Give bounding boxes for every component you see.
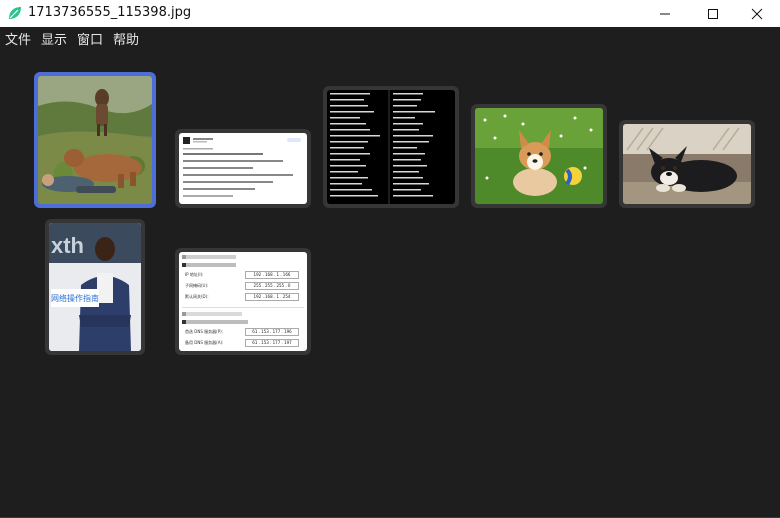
maximize-icon [708,8,718,19]
dns-row-label: 备用 DNS 服务器(A): [185,340,224,345]
man-portrait-picture: xth [49,223,141,351]
dns-row-value: 61 . 153 . 177 . 196 [245,328,299,336]
ip-row-label: IP 地址(I): [185,272,204,277]
thumb-document[interactable] [175,129,311,208]
portrait-caption-text: 网络操作指南 [51,293,99,303]
close-button[interactable] [734,0,780,27]
document-preview [179,133,307,204]
black-puppy-photo [623,124,751,204]
ip-row-value: 192 . 168 . 1 . 166 [245,271,299,279]
ip-divider [182,307,304,308]
dns-row-0: 首选 DNS 服务器(P): 61 . 153 . 177 . 196 [185,328,299,338]
thumb-corgi-puppy[interactable] [471,104,607,208]
corgi-puppy-picture [475,108,603,204]
ip-row-1: 子网掩码(U): 255 . 255 . 255 . 0 [185,282,299,292]
menu-bar: 文件 显示 窗口 帮助 [0,27,780,55]
ip-radio-manual [182,263,236,267]
window-title: 1713736555_115398.jpg [28,5,192,20]
thumb-vocab-list[interactable] [323,86,459,208]
maximize-button[interactable] [690,0,736,27]
thumb-black-puppy[interactable] [619,120,755,208]
corgi-puppy-photo [475,108,603,204]
menu-help[interactable]: 帮助 [113,33,139,49]
ip-row-value: 192 . 168 . 1 . 254 [245,293,299,301]
portrait-caption: 网络操作指南 [51,289,99,307]
title-bar: 1713736555_115398.jpg [0,0,780,27]
thumb-ip-settings[interactable]: IP 地址(I): 192 . 168 . 1 . 166 子网掩码(U): 2… [175,248,311,355]
document-lines [183,137,301,197]
thumb-cattle[interactable] [34,72,156,208]
close-icon [751,8,763,19]
minimize-button[interactable] [642,0,688,27]
leaf-app-icon [9,7,21,19]
ip-radio-auto [182,255,236,259]
minimize-icon [660,13,670,14]
dns-row-label: 首选 DNS 服务器(P): [185,329,224,334]
ip-row-label: 默认网关(D): [185,294,209,299]
vocab-list-lines [330,90,435,204]
menu-window[interactable]: 窗口 [77,33,103,49]
ip-row-label: 子网掩码(U): [185,283,209,288]
ip-row-value: 255 . 255 . 255 . 0 [245,282,299,290]
menu-view[interactable]: 显示 [41,33,67,49]
vocab-list-preview [327,90,455,204]
dns-radio-auto [182,312,242,316]
black-puppy-picture [623,124,751,204]
cattle-photo [38,76,152,204]
ip-row-0: IP 地址(I): 192 . 168 . 1 . 166 [185,271,299,281]
menu-file[interactable]: 文件 [5,33,31,49]
cattle-picture [38,76,152,204]
dns-row-value: 61 . 153 . 177 . 197 [245,339,299,347]
dns-row-1: 备用 DNS 服务器(A): 61 . 153 . 177 . 197 [185,339,299,349]
thumb-man-portrait[interactable]: xth 网络操作指南 [45,219,145,355]
ip-row-2: 默认网关(D): 192 . 168 . 1 . 254 [185,293,299,303]
svg-text:xth: xth [51,233,84,258]
man-portrait-photo: xth 网络操作指南 [49,223,141,351]
ip-settings-preview: IP 地址(I): 192 . 168 . 1 . 166 子网掩码(U): 2… [179,252,307,351]
dns-radio-manual [182,320,248,324]
